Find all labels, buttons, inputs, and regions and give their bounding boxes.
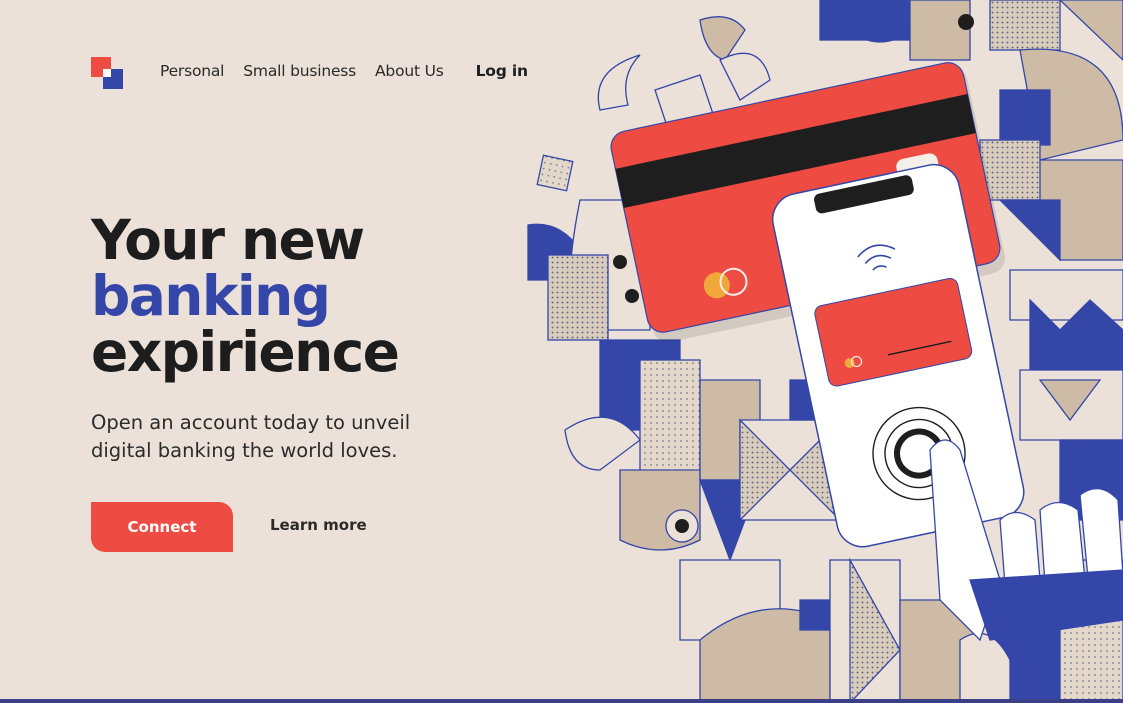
hero-illustration bbox=[527, 0, 1123, 703]
bottom-border bbox=[0, 699, 1123, 703]
landing-page: Personal Small business About Us Log in … bbox=[0, 0, 1123, 703]
